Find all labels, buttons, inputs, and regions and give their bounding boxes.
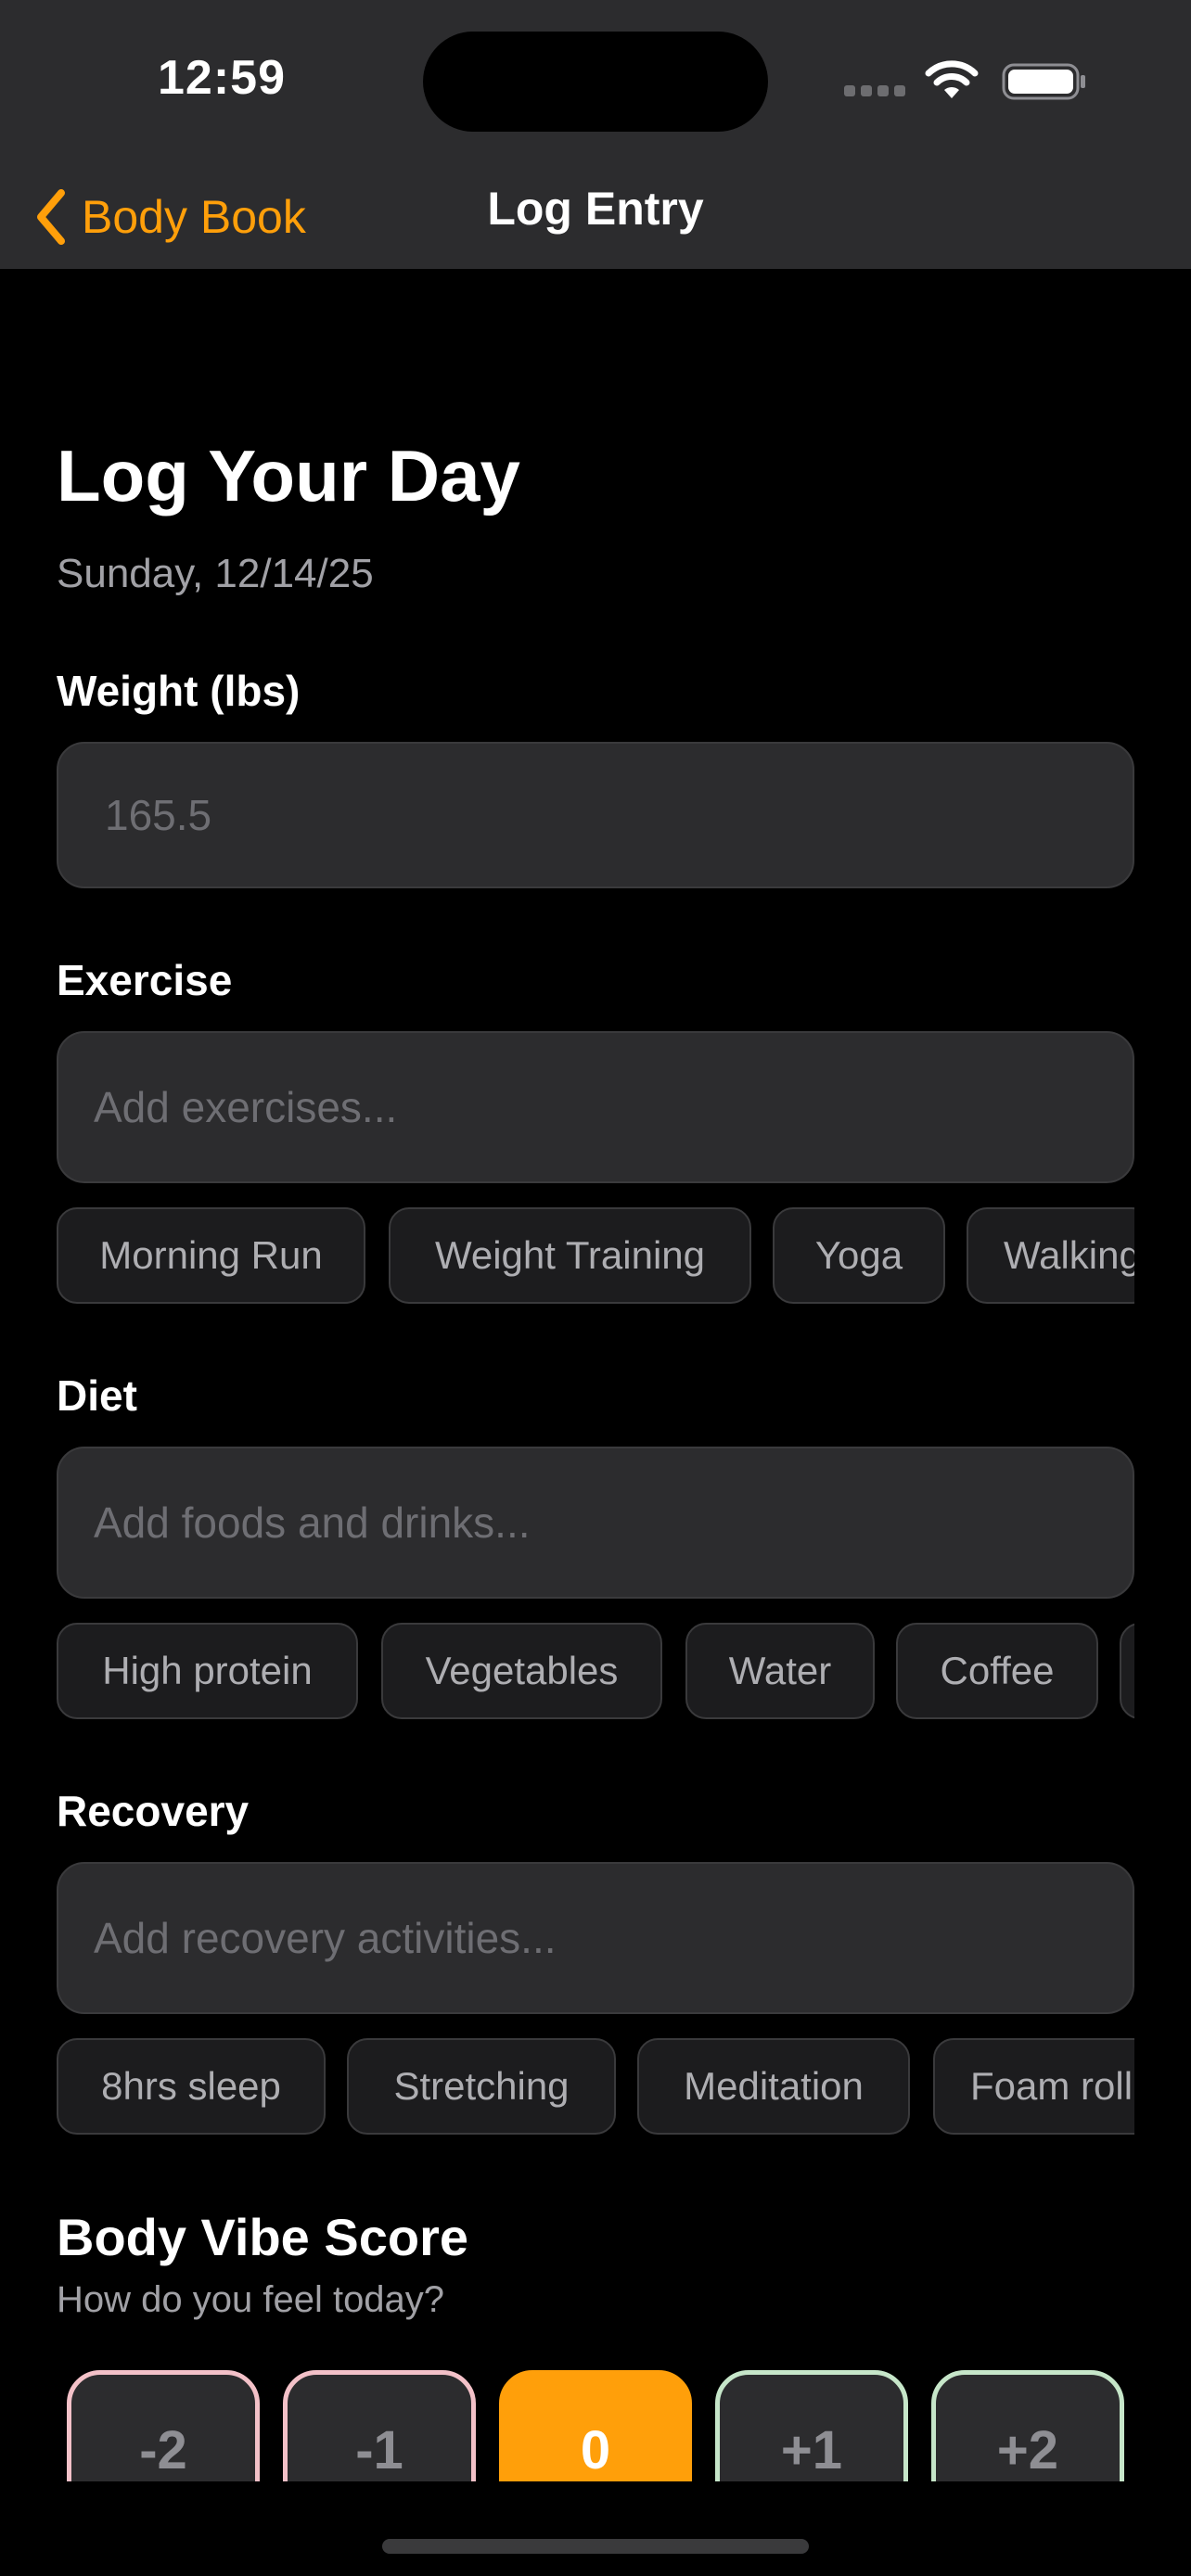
vibe-option-minus-1[interactable]: -1 <box>283 2370 476 2481</box>
recovery-chip[interactable]: Meditation <box>637 2038 910 2135</box>
diet-input[interactable] <box>58 1448 1133 1597</box>
exercise-label: Exercise <box>57 956 233 1004</box>
vibe-option-plus-1[interactable]: +1 <box>715 2370 908 2481</box>
exercise-chip[interactable]: Weight Training <box>389 1207 751 1304</box>
exercise-chip[interactable]: Yoga <box>773 1207 945 1304</box>
vibe-option-0[interactable]: 0 <box>499 2370 692 2481</box>
vibe-option-plus-2[interactable]: +2 <box>931 2370 1124 2481</box>
exercise-suggestions: Morning Run Weight Training Yoga Walking <box>57 1207 1134 1304</box>
exercise-chip[interactable]: Morning Run <box>57 1207 365 1304</box>
recovery-input[interactable] <box>58 1864 1133 2012</box>
vibe-option-minus-2[interactable]: -2 <box>67 2370 260 2481</box>
recovery-label: Recovery <box>57 1787 250 1835</box>
recovery-field-container <box>57 1862 1134 2014</box>
dynamic-island <box>423 32 768 132</box>
cellular-signal-icon <box>844 85 907 96</box>
recovery-chip[interactable]: 8hrs sleep <box>57 2038 326 2135</box>
exercise-input[interactable] <box>58 1033 1133 1181</box>
diet-label: Diet <box>57 1371 137 1420</box>
vibe-score-subtitle: How do you feel today? <box>57 2279 445 2320</box>
nav-title: Log Entry <box>487 183 704 235</box>
log-entry-screen: 12:59 Body Book Log Entry Log Your Day S… <box>0 0 1191 2576</box>
weight-input[interactable] <box>58 744 1133 886</box>
page-title: Log Your Day <box>57 435 520 516</box>
recovery-chip[interactable]: Stretching <box>347 2038 616 2135</box>
vibe-score-title: Body Vibe Score <box>57 2208 469 2266</box>
diet-chip[interactable]: High protein <box>57 1623 358 1719</box>
weight-label: Weight (lbs) <box>57 667 301 715</box>
home-indicator <box>382 2539 809 2554</box>
exercise-chip[interactable]: Walking <box>967 1207 1134 1304</box>
weight-field-container <box>57 742 1134 888</box>
header: 12:59 Body Book Log Entry <box>0 0 1191 269</box>
status-time: 12:59 <box>158 51 286 105</box>
diet-field-container <box>57 1447 1134 1599</box>
page-date: Sunday, 12/14/25 <box>57 551 374 596</box>
diet-chip[interactable]: Water <box>685 1623 875 1719</box>
recovery-suggestions: 8hrs sleep Stretching Meditation Foam ro… <box>57 2038 1134 2135</box>
diet-chip[interactable]: Vegetables <box>381 1623 662 1719</box>
diet-suggestions: High protein Vegetables Water Coffee <box>57 1623 1134 1719</box>
exercise-field-container <box>57 1031 1134 1183</box>
battery-icon <box>1002 63 1085 100</box>
diet-chip[interactable]: Coffee <box>896 1623 1098 1719</box>
vibe-score-options: -2 -1 0 +1 +2 <box>0 2370 1191 2481</box>
wifi-icon <box>925 60 979 98</box>
recovery-chip[interactable]: Foam rolling <box>933 2038 1134 2135</box>
diet-chip[interactable] <box>1120 1623 1134 1719</box>
